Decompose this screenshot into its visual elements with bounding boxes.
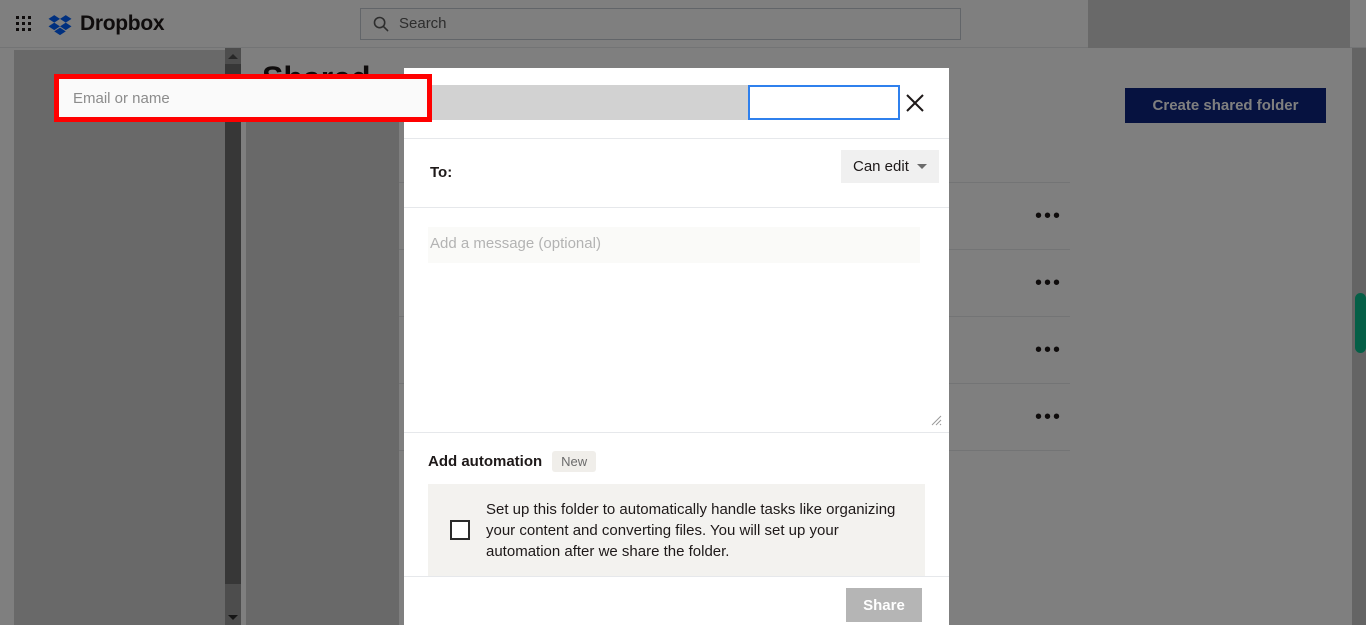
share-button[interactable]: Share — [846, 588, 922, 622]
resize-handle-icon[interactable] — [931, 415, 942, 426]
modal-title-placeholder-block — [424, 85, 748, 120]
modal-title-input[interactable] — [748, 85, 900, 120]
chevron-down-icon — [916, 164, 927, 169]
new-badge: New — [552, 451, 597, 472]
permission-dropdown-button[interactable]: Can edit — [841, 150, 939, 183]
message-placeholder: Add a message (optional) — [430, 235, 601, 252]
automation-title: Add automation — [428, 453, 543, 470]
close-icon[interactable] — [904, 92, 926, 114]
automation-description: Set up this folder to automatically hand… — [486, 500, 896, 560]
modal-footer: Share — [404, 576, 949, 625]
automation-checkbox[interactable] — [450, 520, 470, 540]
message-area[interactable]: Add a message (optional) — [404, 208, 949, 433]
permission-label: Can edit — [853, 158, 909, 175]
automation-header: Add automation New — [428, 451, 925, 472]
automation-card: Set up this folder to automatically hand… — [428, 484, 925, 576]
recipient-input-highlight — [54, 74, 432, 122]
recipient-email-input[interactable] — [59, 79, 427, 117]
automation-section: Add automation New Set up this folder to… — [404, 433, 949, 576]
to-label: To: — [430, 164, 453, 181]
